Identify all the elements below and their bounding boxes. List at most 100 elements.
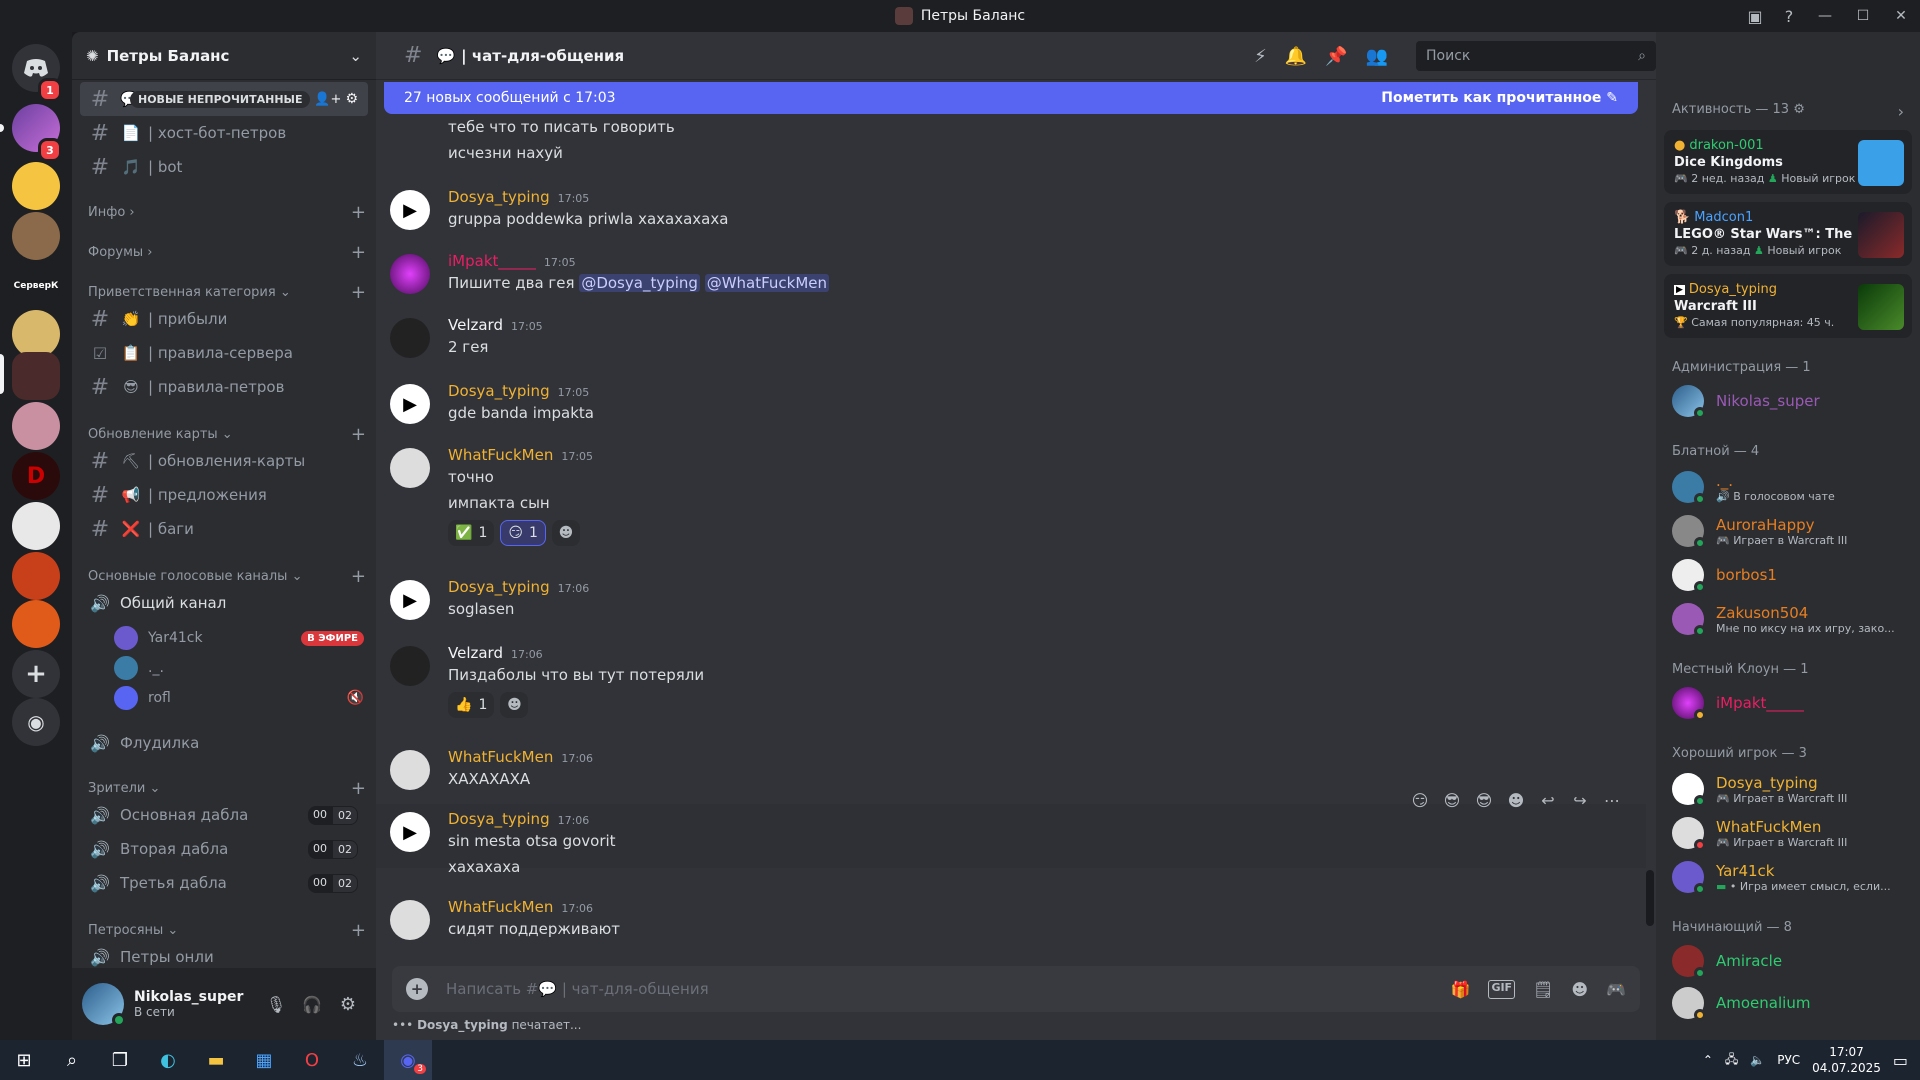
gift-icon[interactable]: 🎁 [1451,980,1471,999]
member-item[interactable]: borbos1 [1672,554,1912,596]
server-icon[interactable] [12,212,60,260]
author-name[interactable]: WhatFuckMen [448,898,553,916]
members-icon[interactable]: 👥 [1366,46,1388,67]
member-item[interactable]: iMpakt_____ [1672,682,1912,724]
chevron-right-icon[interactable]: › [1898,102,1904,121]
diablo-server-icon[interactable]: D [12,452,60,500]
member-item[interactable]: ._. 🔊 В голосовом чате [1672,466,1912,508]
server-icon[interactable] [12,402,60,450]
avatar[interactable] [390,448,430,488]
reaction-check[interactable]: ✅ 1 [448,520,495,546]
voice-channel-main-double[interactable]: 🔊 Основная дабла 00 02 [80,798,368,832]
microphone-icon[interactable]: 🎙 [258,995,294,1014]
bell-icon[interactable]: 🔔 [1285,46,1307,67]
plus-icon[interactable]: + [351,424,366,445]
server-k-icon[interactable]: СерверК [12,262,60,310]
category-voice[interactable]: Основные голосовые каналы ⌄ + [88,566,366,587]
user-mention[interactable]: @Dosya_typing [579,274,700,292]
channel-host-bot[interactable]: # 📄 | хост-бот-петров [80,116,368,150]
close-button[interactable]: ✕ [1882,0,1920,32]
language-indicator[interactable]: РУС [1777,1053,1800,1067]
voice-channel-third-double[interactable]: 🔊 Третья дабла 00 02 [80,866,368,900]
plus-icon[interactable]: + [351,920,366,941]
avatar[interactable]: ▶ [390,580,430,620]
add-member-icon[interactable]: 👤+ [314,92,341,107]
tray-expand-icon[interactable]: ⌃ [1703,1053,1713,1067]
inbox-icon[interactable]: ▣ [1738,0,1772,32]
activity-card[interactable]: ● drakon-001 Dice Kingdoms 🎮 2 нед. назад… [1664,130,1912,194]
server-icon[interactable] [12,502,60,550]
avatar[interactable] [390,254,430,294]
avatar[interactable] [390,750,430,790]
server-icon[interactable] [12,600,60,648]
voice-channel-second-double[interactable]: 🔊 Вторая дабла 00 02 [80,832,368,866]
activity-card[interactable]: ▶ Dosya_typing Warcraft III 🏆 Самая попул… [1664,274,1912,338]
plus-icon[interactable]: + [351,778,366,799]
clock[interactable]: 17:07 04.07.2025 [1812,1044,1881,1076]
message-hovered[interactable]: ▶ Dosya_typing 17:06 sin mesta otsa govor… [376,791,1646,876]
add-reaction-button[interactable]: ☻ [500,692,529,718]
notifications-icon[interactable]: ▭ [1893,1051,1908,1070]
activity-card[interactable]: 🐕Madcon1 LEGO® Star Wars™: The Sk... 🎮 2… [1664,202,1912,266]
plus-icon[interactable]: + [351,566,366,587]
plus-icon[interactable]: + [351,242,366,263]
react-smirk-icon[interactable]: 😏 [1406,791,1434,810]
voice-user[interactable]: Yar41ck В ЭФИРЕ [114,624,364,652]
author-name[interactable]: Dosya_typing [448,578,550,596]
member-item[interactable]: Dosya_typing 🎮 Играет в Warcraft III [1672,768,1912,810]
new-unread-pill[interactable]: НОВЫЕ НЕПРОЧИТАННЫЕ [130,90,311,108]
pin-icon[interactable]: 📌 [1325,46,1347,67]
add-reaction-button[interactable]: ☻ [551,520,580,546]
category-updates[interactable]: Обновление карты ⌄ + [88,424,366,445]
channel-bot[interactable]: # 🎵 | bot [80,150,368,184]
member-item[interactable]: Zakuson504 Мне по иксу на их игру, зако..… [1672,598,1912,640]
category-info[interactable]: Инфо › + [88,202,366,223]
new-messages-bar[interactable]: 27 новых сообщений с 17:03 Пометить как … [384,82,1638,114]
attach-plus-icon[interactable]: + [406,978,428,1000]
discord-taskbar-icon[interactable]: ◉ 3 [384,1040,432,1080]
channel-bugs[interactable]: # ❌ | баги [80,512,368,546]
author-name[interactable]: Velzard [448,316,503,334]
plus-icon[interactable]: + [351,282,366,303]
voice-channel-flood[interactable]: 🔊 Флудилка [80,726,368,760]
steam-icon[interactable]: ♨ [336,1040,384,1080]
store-icon[interactable]: ▦ [240,1040,288,1080]
member-item[interactable]: Nikolas_super [1672,380,1912,422]
add-server-icon[interactable]: + [12,650,60,698]
user-name[interactable]: Nikolas_super [134,989,258,1005]
author-name[interactable]: iMpakt_____ [448,252,536,270]
member-item[interactable]: Yar41ck ▬ • Игра имеет смысл, если... [1672,856,1912,898]
channel-arrivals[interactable]: # 👏 | прибыли [80,302,368,336]
server-icon[interactable] [12,552,60,600]
member-item[interactable]: Amoenalium [1672,982,1912,1024]
message-composer[interactable]: + Написать #💬 | чат-для-общения 🎁 GIF 🗒 … [392,966,1640,1012]
author-name[interactable]: WhatFuckMen [448,446,553,464]
voice-user[interactable]: ._. [114,654,364,682]
author-name[interactable]: Dosya_typing [448,382,550,400]
member-item[interactable]: WhatFuckMen 🎮 Играет в Warcraft III [1672,812,1912,854]
file-explorer-icon[interactable]: ▬ [192,1040,240,1080]
voice-channel-general[interactable]: 🔊 Общий канал [80,586,368,620]
minimize-button[interactable]: — [1806,0,1844,32]
author-name[interactable]: Velzard [448,644,503,662]
add-reaction-icon[interactable]: ☻ [1502,791,1530,810]
opera-icon[interactable]: O [288,1040,336,1080]
category-viewers[interactable]: Зрители ⌄ + [88,778,366,799]
discover-icon[interactable]: ◉ [12,698,60,746]
search-input[interactable]: Поиск ⌕ [1416,41,1656,71]
activity-header[interactable]: Активность — 13 ⚙ › [1672,102,1904,121]
edge-icon[interactable]: ◐ [144,1040,192,1080]
sticker-icon[interactable]: 🗒 [1533,980,1553,999]
server-icon-selected[interactable] [12,352,60,400]
emoji-icon[interactable]: ☻ [1571,980,1588,999]
avatar[interactable]: ▶ [390,190,430,230]
windows-start-icon[interactable]: ⊞ [0,1040,48,1080]
server-icon[interactable] [12,162,60,210]
channel-map-updates[interactable]: # ⛏ | обновления-карты [80,444,368,478]
category-petrosyans[interactable]: Петросяны ⌄ + [88,920,366,941]
category-welcome[interactable]: Приветственная категория ⌄ + [88,282,366,303]
avatar[interactable] [390,646,430,686]
gear-icon[interactable]: ⚙ [345,91,358,107]
help-icon[interactable]: ? [1772,0,1806,32]
channel-suggestions[interactable]: # 📢 | предложения [80,478,368,512]
